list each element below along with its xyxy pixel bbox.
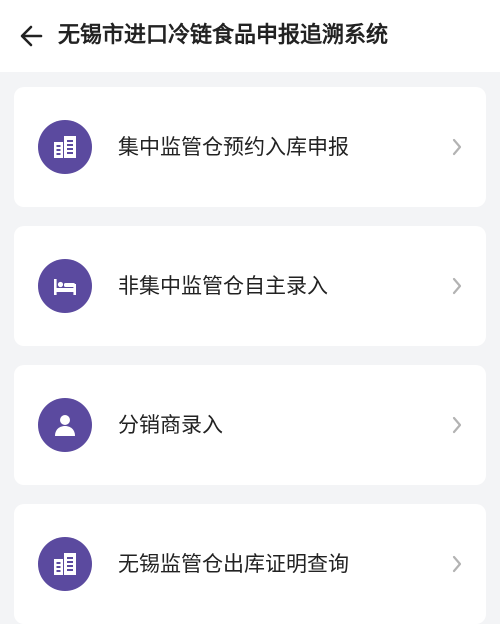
chevron-right-icon: [450, 413, 464, 437]
chevron-right-icon: [450, 274, 464, 298]
page-title: 无锡市进口冷链食品申报追溯系统: [58, 23, 389, 48]
menu-item-warehouse-reservation[interactable]: 集中监管仓预约入库申报: [14, 87, 486, 207]
back-button[interactable]: [18, 22, 46, 50]
app-header: 无锡市进口冷链食品申报追溯系统: [0, 0, 500, 72]
bed-icon: [38, 259, 92, 313]
chevron-right-icon: [450, 552, 464, 576]
user-icon: [38, 398, 92, 452]
menu-item-label: 集中监管仓预约入库申报: [118, 135, 349, 159]
menu-item-label: 非集中监管仓自主录入: [118, 274, 328, 298]
menu-item-label: 分销商录入: [118, 413, 223, 437]
menu-item-outbound-certificate-query[interactable]: 无锡监管仓出库证明查询: [14, 504, 486, 624]
chevron-right-icon: [450, 135, 464, 159]
back-arrow-icon: [20, 25, 43, 47]
menu-item-self-entry[interactable]: 非集中监管仓自主录入: [14, 226, 486, 346]
building-icon: [38, 120, 92, 174]
menu-item-distributor-entry[interactable]: 分销商录入: [14, 365, 486, 485]
building-icon: [38, 537, 92, 591]
menu-item-label: 无锡监管仓出库证明查询: [118, 552, 349, 576]
